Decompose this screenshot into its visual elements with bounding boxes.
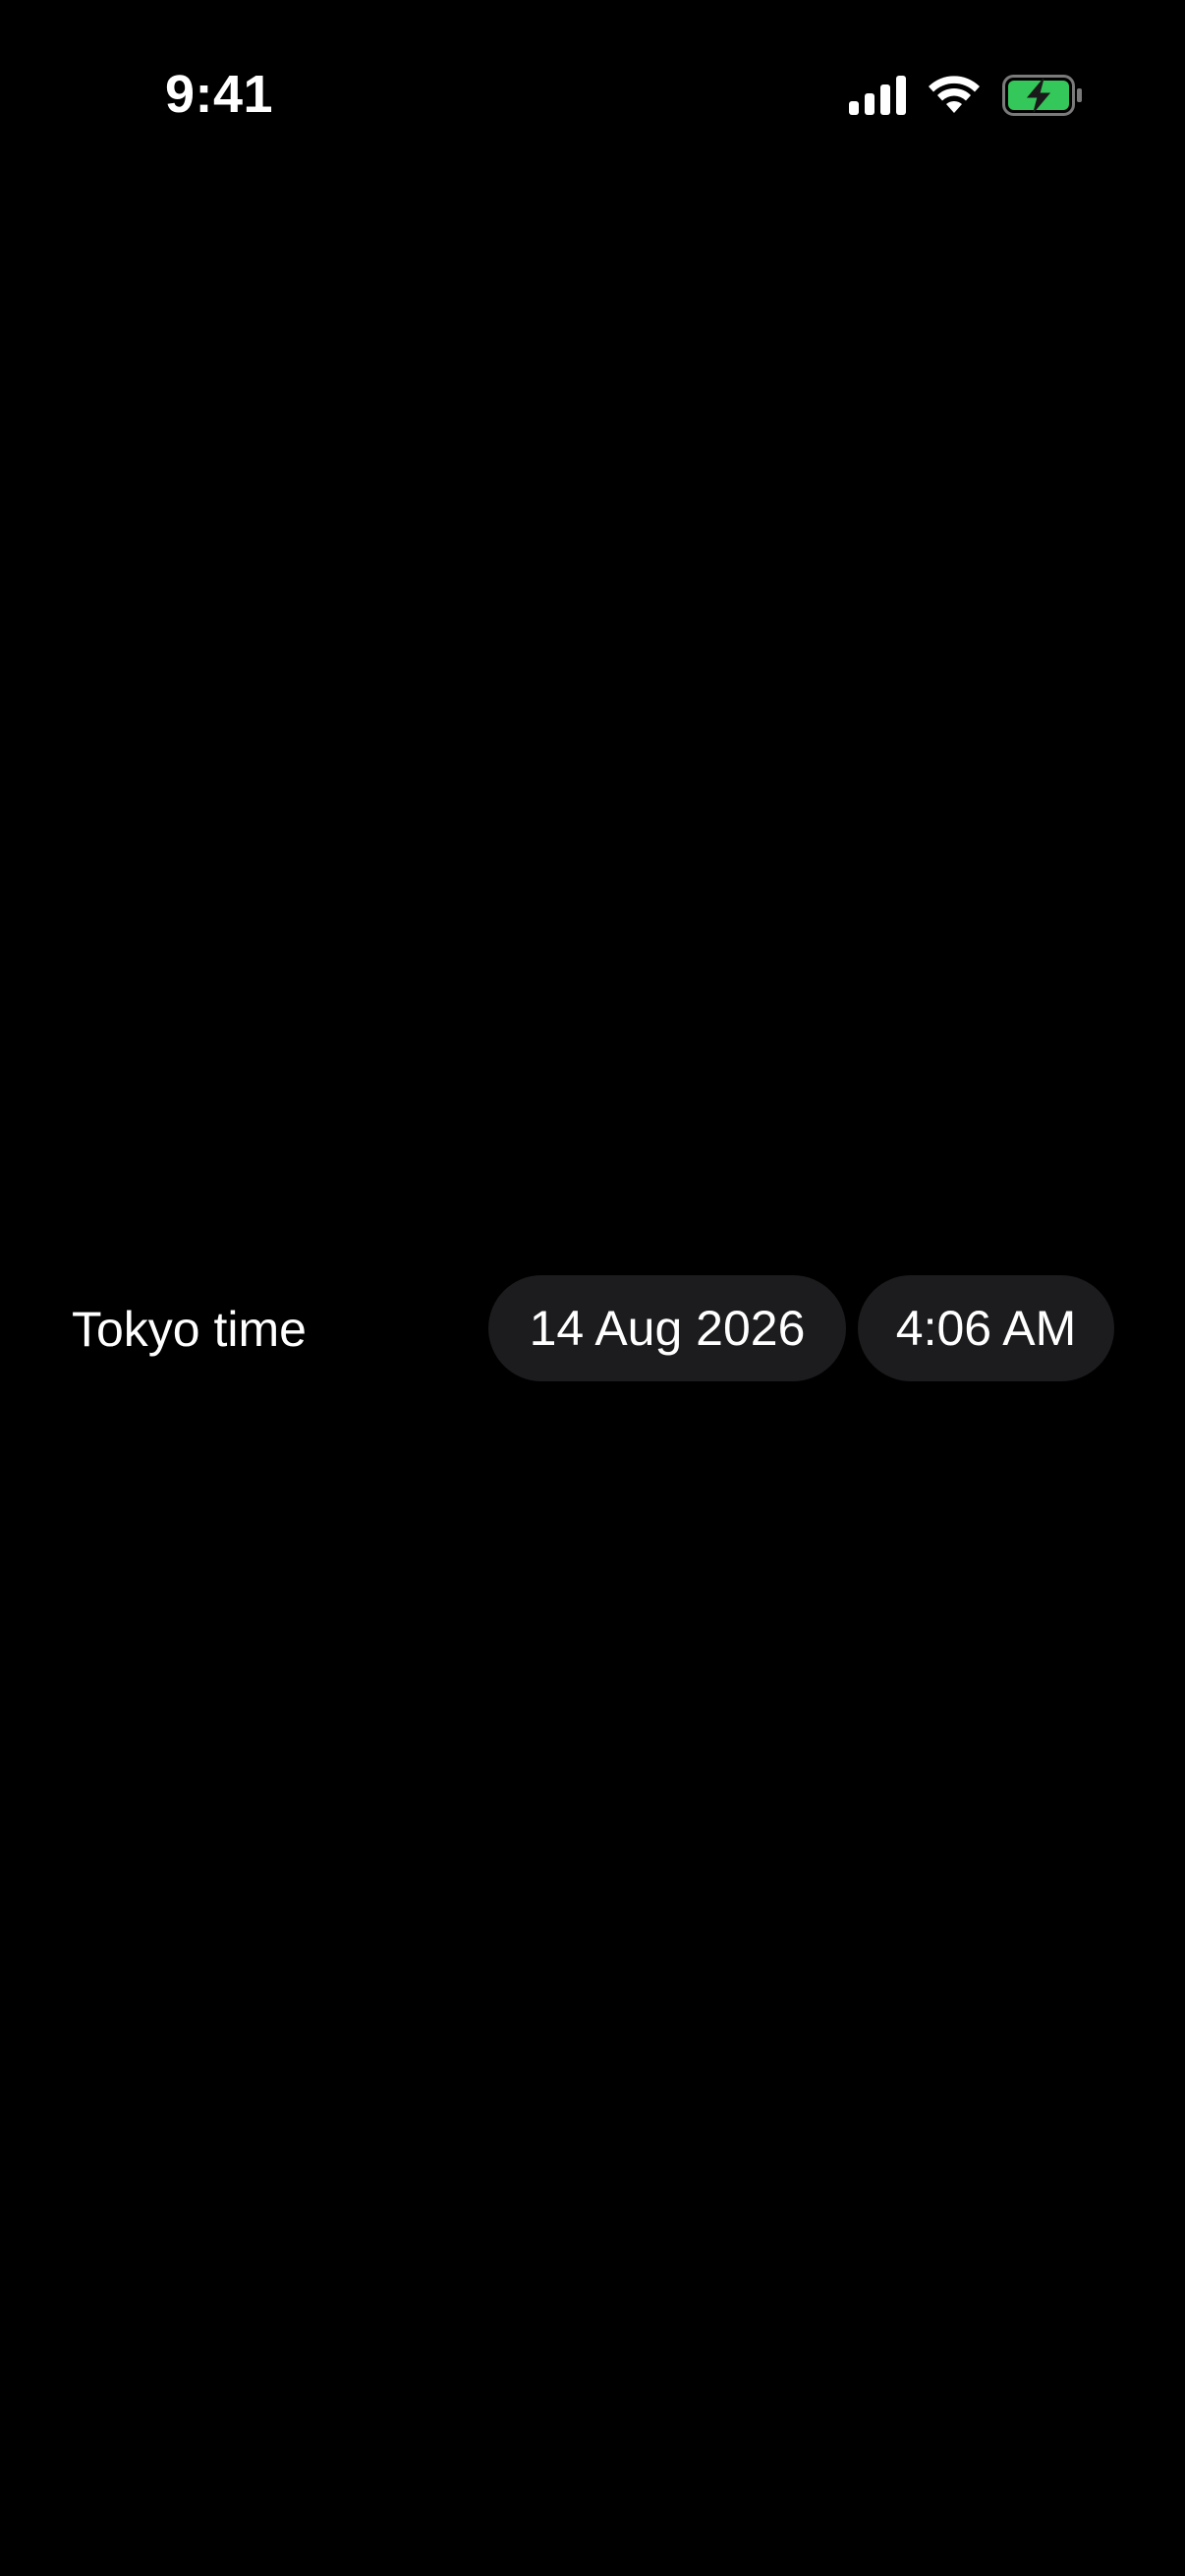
cellular-signal-icon	[849, 76, 906, 115]
tokyo-time-row: Tokyo time 14 Aug 2026 4:06 AM	[0, 1275, 1185, 1383]
status-bar: 9:41	[0, 0, 1185, 196]
wifi-icon	[929, 76, 980, 113]
status-icons	[849, 75, 1083, 116]
status-time: 9:41	[165, 65, 274, 124]
battery-charging-icon	[1002, 75, 1082, 116]
date-picker-button[interactable]: 14 Aug 2026	[488, 1275, 846, 1381]
tokyo-time-label: Tokyo time	[72, 1302, 307, 1357]
time-picker-button[interactable]: 4:06 AM	[858, 1275, 1114, 1381]
